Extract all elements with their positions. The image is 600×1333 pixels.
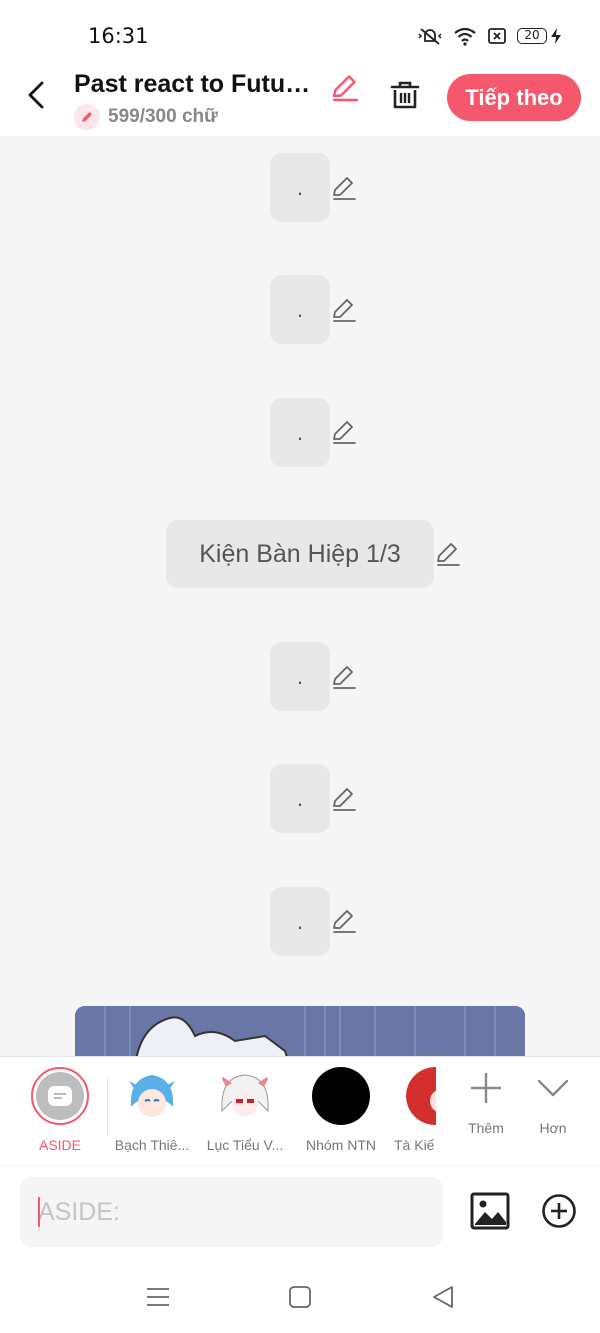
edit-title-button[interactable] xyxy=(330,72,360,102)
message-row: . xyxy=(0,275,600,344)
more-characters-button[interactable]: Hơn xyxy=(508,1071,598,1136)
message-bubble[interactable]: . xyxy=(270,275,330,344)
status-time: 16:31 xyxy=(88,24,149,48)
message-bubble[interactable]: . xyxy=(270,398,330,467)
edit-message-icon[interactable] xyxy=(330,174,358,202)
character-avatar xyxy=(216,1067,274,1125)
character-name: Lục Tiểu V... xyxy=(206,1137,284,1153)
chevron-down-icon xyxy=(537,1079,569,1097)
edit-message-icon[interactable] xyxy=(330,663,358,691)
character-avatar xyxy=(312,1067,370,1125)
message-bubble[interactable]: . xyxy=(270,764,330,833)
message-row: . xyxy=(0,887,600,956)
back-nav-icon[interactable] xyxy=(430,1284,456,1310)
edit-message-icon[interactable] xyxy=(330,907,358,935)
wifi-icon xyxy=(454,27,476,46)
more-characters-label: Hơn xyxy=(539,1120,567,1136)
status-icons: 20 xyxy=(417,26,562,46)
character-item[interactable]: Lục Tiểu V... xyxy=(200,1067,290,1153)
battery-level: 20 xyxy=(517,28,547,44)
edit-message-icon[interactable] xyxy=(330,418,358,446)
story-title: Past react to Futur... xyxy=(74,70,314,98)
message-row: . xyxy=(0,642,600,711)
word-count: 599/300 chữ xyxy=(74,104,218,130)
delete-button[interactable] xyxy=(388,78,422,112)
message-bubble[interactable]: Kiện Bàn Hiệp 1/3 xyxy=(166,520,434,588)
message-row: . xyxy=(0,153,600,222)
character-avatar xyxy=(406,1067,436,1125)
character-item[interactable]: Nhóm NTN xyxy=(296,1067,386,1153)
message-bubble[interactable]: . xyxy=(270,887,330,956)
character-item[interactable]: Bạch Thiê... xyxy=(107,1067,197,1153)
character-item[interactable]: Tà Kiế xyxy=(388,1067,436,1153)
character-avatar xyxy=(123,1067,181,1125)
edit-message-icon[interactable] xyxy=(330,296,358,324)
system-nav-bar xyxy=(0,1256,600,1333)
plus-icon xyxy=(471,1073,501,1103)
character-name: ASIDE xyxy=(38,1137,81,1153)
pencil-badge-icon xyxy=(74,104,100,130)
status-bar: 16:31 20 xyxy=(0,0,600,70)
message-input[interactable] xyxy=(20,1177,443,1247)
charging-icon xyxy=(551,28,561,44)
editor-header: Past react to Futur... 599/300 chữ Tiếp … xyxy=(0,70,600,136)
message-row: Kiện Bàn Hiệp 1/3 xyxy=(0,520,600,588)
home-nav-icon[interactable] xyxy=(287,1284,313,1310)
image-message-picture xyxy=(75,1006,525,1056)
character-name: Bạch Thiê... xyxy=(114,1137,190,1153)
vibrate-mute-icon xyxy=(418,28,442,45)
message-row: . xyxy=(0,764,600,833)
text-caret xyxy=(38,1197,40,1227)
back-button[interactable] xyxy=(22,80,52,110)
battery-indicator: 20 xyxy=(517,27,562,45)
word-count-text: 599/300 chữ xyxy=(108,106,218,127)
image-picker-button[interactable] xyxy=(470,1191,510,1231)
message-row: . xyxy=(0,398,600,467)
composer xyxy=(0,1166,600,1256)
menu-nav-icon[interactable] xyxy=(145,1284,171,1310)
add-content-button[interactable] xyxy=(541,1193,577,1229)
character-bar: ASIDE Bạch Thiê... Lục Tiểu V... Nhóm NT… xyxy=(0,1056,600,1166)
message-bubble[interactable]: . xyxy=(270,153,330,222)
next-button[interactable]: Tiếp theo xyxy=(447,74,581,121)
aside-icon xyxy=(36,1072,84,1120)
sim-off-icon xyxy=(488,28,506,44)
edit-message-icon[interactable] xyxy=(330,785,358,813)
character-aside[interactable]: ASIDE xyxy=(15,1067,105,1153)
chat-content[interactable]: . . . Kiện Bàn Hiệp 1/3 . . . xyxy=(0,136,600,1056)
character-name: Tà Kiế xyxy=(394,1137,435,1153)
message-bubble[interactable]: . xyxy=(270,642,330,711)
character-name: Nhóm NTN xyxy=(305,1137,376,1153)
edit-message-icon[interactable] xyxy=(434,540,462,568)
image-message[interactable] xyxy=(75,1006,525,1056)
aside-avatar xyxy=(31,1067,89,1125)
